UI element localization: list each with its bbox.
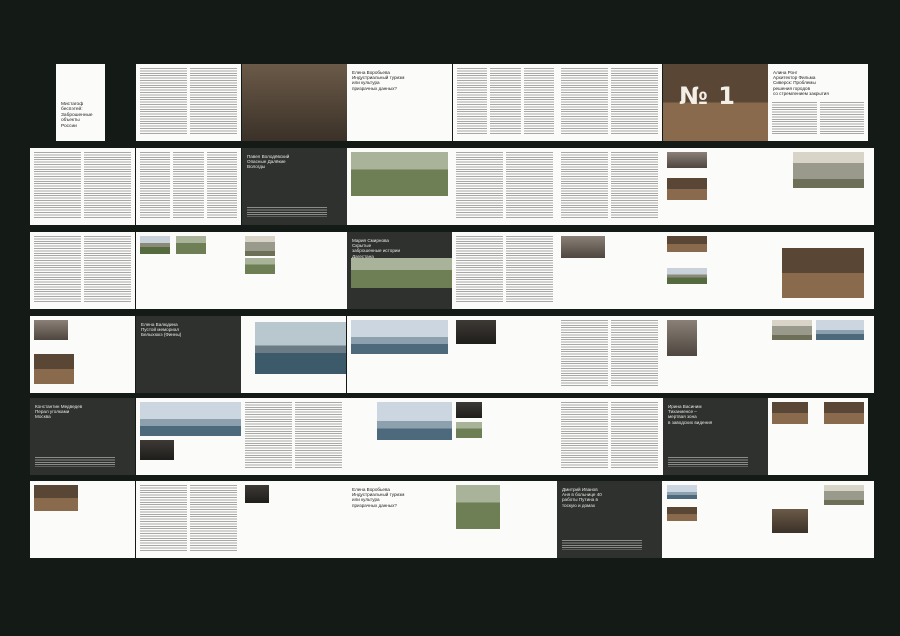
essay-title: Константин Медведев Перал уголками Москв… (35, 404, 83, 420)
spread-4-1[interactable]: Елена Валюдина Пустой мемориал Белыхюкэ … (30, 316, 241, 393)
spread-3-8[interactable] (768, 232, 868, 309)
essay-title: Елена Валюдина Пустой мемориал Белыхюкэ … (141, 322, 182, 338)
photo-church (793, 152, 864, 188)
spread-1-5[interactable]: Алина Ронг Архитектор Фильма Сиверск: Пр… (768, 64, 868, 141)
spread-1-3[interactable]: Елена Воробьева Индустриальный туризм ил… (347, 64, 558, 141)
spread-5-6[interactable]: Ирина Васиним Тиханиенсе – мертвая зона … (557, 398, 768, 475)
essay-title: Павел Володёвский Опасные Далёкие Вологд… (247, 154, 290, 170)
essay-title: Ирина Васиним Тиханиенсе – мертвая зона … (668, 404, 713, 425)
essay-title: Мария Смирнова Скрытые заброшенные истор… (352, 238, 401, 259)
spread-2-7[interactable] (768, 148, 868, 225)
spread-1-4[interactable]: № 1 (557, 64, 768, 141)
photo-building-number: № 1 (663, 64, 768, 141)
essay-title: Елена Воробьева Индустриальный туризм ил… (352, 70, 405, 91)
page (136, 64, 241, 141)
spread-4-7[interactable] (768, 316, 868, 393)
spread-6-8[interactable] (768, 481, 868, 558)
essay-title: Дмитрий Иванов Аня в больнице 40 работы … (562, 487, 602, 508)
essay-title: Алина Ронг Архитектор Фильма Сиверск: Пр… (773, 70, 829, 96)
photo-landscape (351, 152, 448, 196)
book-cover-page[interactable]: Мистагоф беспэтей: Заброшенные объекты Р… (56, 64, 105, 141)
spread-5-7[interactable] (768, 398, 868, 475)
building-number-sign: № 1 (679, 82, 736, 110)
spread-2-2[interactable]: Павел Володёвский Опасные Далёкие Вологд… (136, 148, 347, 225)
photo-mountains (255, 322, 346, 374)
photo-corridor (242, 64, 347, 141)
spread-1-2[interactable] (136, 64, 347, 141)
page-photo (242, 64, 347, 141)
essay-title: Елена Воробьева Индустриальный туризм ил… (352, 487, 405, 508)
cover-title: Мистагоф беспэтей: Заброшенные объекты Р… (61, 102, 93, 129)
